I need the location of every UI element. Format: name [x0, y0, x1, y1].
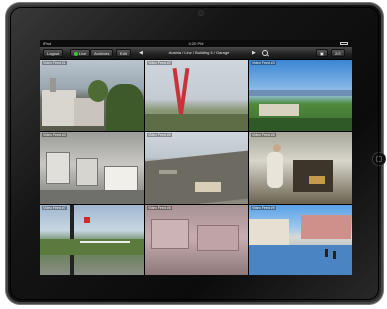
live-status-icon — [74, 51, 78, 56]
search-icon[interactable] — [262, 50, 268, 56]
screenshot-button[interactable]: ▣ — [316, 49, 328, 57]
camera-label: Video Feed #2 — [147, 61, 172, 65]
camera-label: Video Feed #1 — [42, 61, 67, 65]
camera-label: Video Feed #9 — [251, 206, 276, 210]
camera-tile[interactable]: Video Feed #7 — [40, 205, 144, 275]
next-folder-button[interactable]: ▶ — [252, 49, 256, 57]
camera-label: Video Feed #3 — [251, 61, 276, 65]
camera-tile[interactable]: Video Feed #3 — [249, 60, 352, 131]
camera-tile[interactable]: Video Feed #9 — [249, 205, 352, 275]
front-camera — [199, 11, 203, 15]
status-clock: 4:20 PM — [188, 41, 204, 46]
camera-label: Video Feed #8 — [147, 206, 172, 210]
edit-button[interactable]: Edit — [116, 49, 131, 57]
home-button[interactable] — [373, 153, 385, 165]
live-button-label: Live — [79, 51, 87, 56]
camera-tile[interactable]: Video Feed #6 — [249, 132, 352, 204]
toolbar: Logout Live Archives Edit ◀ Austria / Li… — [40, 47, 352, 60]
camera-label: Video Feed #6 — [251, 133, 276, 137]
logout-button[interactable]: Logout — [43, 49, 64, 57]
status-bar: iPad 4:20 PM — [40, 40, 352, 47]
breadcrumb: Austria / Linz / Building II / Garage — [168, 50, 230, 55]
archive-button[interactable]: Archives — [90, 49, 114, 57]
camera-tile[interactable]: Video Feed #8 — [145, 205, 248, 275]
camera-tile[interactable]: Video Feed #5 — [145, 132, 248, 204]
app-screen: iPad 4:20 PM Logout Live Archives Edit ◀… — [40, 40, 352, 275]
camera-tile[interactable]: Video Feed #2 — [145, 60, 248, 131]
camera-label: Video Feed #4 — [42, 133, 67, 137]
camera-tile[interactable]: Video Feed #1 — [40, 60, 144, 131]
camera-tile[interactable]: Video Feed #4 — [40, 132, 144, 204]
camera-label: Video Feed #5 — [147, 133, 172, 137]
battery-icon — [340, 42, 348, 45]
camera-grid: Video Feed #1 Video Feed #2 Video Feed #… — [40, 60, 352, 275]
layout-button[interactable]: 2/3 — [331, 49, 345, 57]
previous-folder-button[interactable]: ◀ — [139, 49, 143, 57]
live-button[interactable]: Live — [70, 49, 91, 57]
camera-label: Video Feed #7 — [42, 206, 67, 210]
